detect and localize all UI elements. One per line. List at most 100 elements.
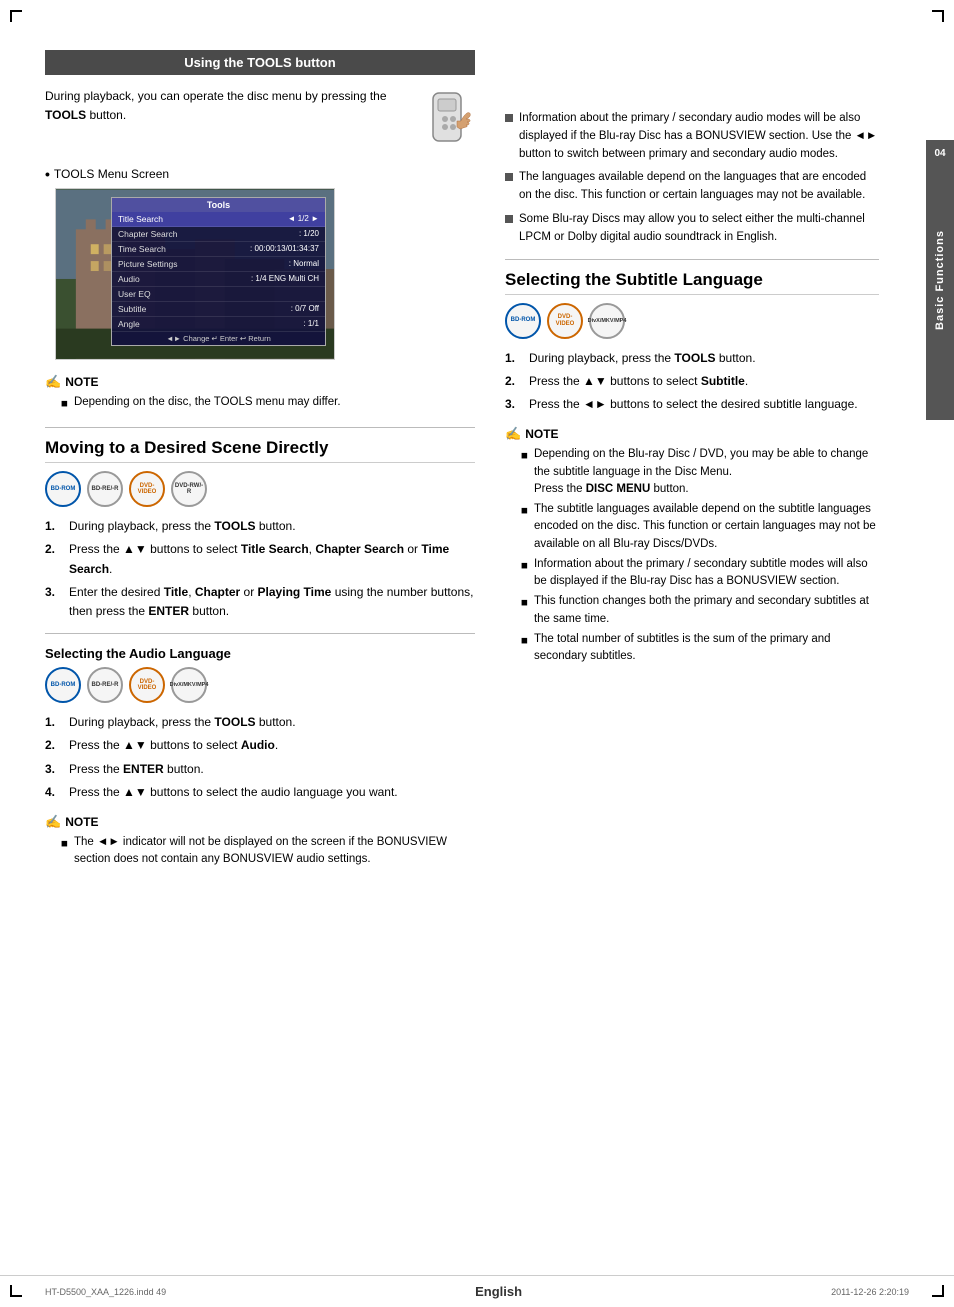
audio-note-header: ✍ NOTE <box>45 814 475 830</box>
right-column: Information about the primary / secondar… <box>505 50 909 882</box>
remote-icon <box>425 91 475 154</box>
subtitle-note-text-2: Information about the primary / secondar… <box>534 556 879 591</box>
audio-right-note-2: Some Blu-ray Discs may allow you to sele… <box>505 211 879 247</box>
disc-icon-dvdrwr: DVD-RW/-R <box>171 471 207 507</box>
tools-note-item-0: ■ Depending on the disc, the TOOLS menu … <box>61 394 475 413</box>
moving-step-3: 3. Enter the desired Title, Chapter or P… <box>45 583 475 621</box>
tools-menu-overlay: Tools Title Search ◄ 1/2 ► Chapter Searc… <box>111 197 326 346</box>
audio-note-content: ■ The ◄► indicator will not be displayed… <box>61 834 475 869</box>
tools-menu-row-1: Chapter Search : 1/20 <box>112 227 325 242</box>
audio-steps: 1. During playback, press the TOOLS butt… <box>45 713 475 802</box>
divider-right-1 <box>505 259 879 260</box>
moving-steps: 1. During playback, press the TOOLS butt… <box>45 517 475 621</box>
subtitle-step-1: 1. During playback, press the TOOLS butt… <box>505 349 879 368</box>
tools-intro-row: During playback, you can operate the dis… <box>45 87 475 154</box>
audio-step-1: 1. During playback, press the TOOLS butt… <box>45 713 475 732</box>
tools-menu-row-7: Angle : 1/1 <box>112 317 325 332</box>
main-layout: Using the TOOLS button During playback, … <box>0 20 954 912</box>
subtitle-note-content: ■ Depending on the Blu-ray Disc / DVD, y… <box>521 446 879 665</box>
audio-disc-bdrer: BD-RE/-R <box>87 667 123 703</box>
tools-menu-screen-label: TOOLS Menu Screen <box>54 167 169 181</box>
corner-mark-tl <box>10 10 22 22</box>
tools-note-text-0: Depending on the disc, the TOOLS menu ma… <box>74 394 341 413</box>
moving-section-title: Moving to a Desired Scene Directly <box>45 438 475 463</box>
subtitle-note-item-4: ■ The total number of subtitles is the s… <box>521 631 879 666</box>
audio-right-note-text-2: Some Blu-ray Discs may allow you to sele… <box>519 211 879 247</box>
tools-bg: Tools Title Search ◄ 1/2 ► Chapter Searc… <box>56 189 334 359</box>
moving-step-1: 1. During playback, press the TOOLS butt… <box>45 517 475 536</box>
audio-step-2: 2. Press the ▲▼ buttons to select Audio. <box>45 736 475 755</box>
tools-menu-row-3: Picture Settings : Normal <box>112 257 325 272</box>
subtitle-note-item-1: ■ The subtitle languages available depen… <box>521 501 879 553</box>
audio-section-title: Selecting the Audio Language <box>45 646 475 661</box>
audio-disc-dvdvideo: DVD-VIDEO <box>129 667 165 703</box>
tools-menu-row-2: Time Search : 00:00:13/01:34:37 <box>112 242 325 257</box>
disc-icon-bdrer: BD-RE/-R <box>87 471 123 507</box>
subtitle-note-text-1: The subtitle languages available depend … <box>534 501 879 553</box>
audio-note-label: NOTE <box>65 815 98 829</box>
divider-1 <box>45 427 475 428</box>
audio-right-note-1: The languages available depend on the la… <box>505 169 879 205</box>
audio-step-3: 3. Press the ENTER button. <box>45 760 475 779</box>
subtitle-note-text-4: The total number of subtitles is the sum… <box>534 631 879 666</box>
subtitle-step-2: 2. Press the ▲▼ buttons to select Subtit… <box>505 372 879 391</box>
audio-note-section: ✍ NOTE ■ The ◄► indicator will not be di… <box>45 814 475 869</box>
tools-screenshot: Tools Title Search ◄ 1/2 ► Chapter Searc… <box>55 188 335 360</box>
tools-note-content: ■ Depending on the disc, the TOOLS menu … <box>61 394 475 413</box>
audio-right-note-text-1: The languages available depend on the la… <box>519 169 879 205</box>
page-footer: HT-D5500_XAA_1226.indd 49 English 2011-1… <box>0 1275 954 1307</box>
subtitle-disc-icons: BD-ROM DVD-VIDEO DivX/MKV/MP4 <box>505 303 879 339</box>
subtitle-note-item-3: ■ This function changes both the primary… <box>521 593 879 628</box>
audio-right-note-text-0: Information about the primary / secondar… <box>519 110 879 163</box>
subtitle-note-item-2: ■ Information about the primary / second… <box>521 556 879 591</box>
tools-intro-main: During playback, you can operate the dis… <box>45 89 387 103</box>
chapter-title: Basic Functions <box>934 230 946 330</box>
disc-icon-bdrom: BD-ROM <box>45 471 81 507</box>
footer-file: HT-D5500_XAA_1226.indd 49 <box>45 1287 166 1297</box>
subtitle-note-text-0: Depending on the Blu-ray Disc / DVD, you… <box>534 446 879 498</box>
footer-page: English <box>475 1284 522 1299</box>
tools-menu-row-5: User EQ <box>112 287 325 302</box>
page-container: 04 Basic Functions Using the TOOLS butto… <box>0 0 954 1307</box>
tools-note-header: ✍ NOTE <box>45 374 475 390</box>
audio-right-notes: Information about the primary / secondar… <box>505 110 879 247</box>
tools-menu-footer: ◄► Change ↵ Enter ↩ Return <box>112 332 325 345</box>
audio-step-4: 4. Press the ▲▼ buttons to select the au… <box>45 783 475 802</box>
subtitle-section-title: Selecting the Subtitle Language <box>505 270 879 295</box>
tools-menu-row-0: Title Search ◄ 1/2 ► <box>112 212 325 227</box>
moving-disc-icons: BD-ROM BD-RE/-R DVD-VIDEO DVD-RW/-R <box>45 471 475 507</box>
tools-menu-row-6: Subtitle : 0/7 Off <box>112 302 325 317</box>
subtitle-note-header: ✍ NOTE <box>505 426 879 442</box>
subtitle-disc-divx: DivX/MKV/MP4 <box>589 303 625 339</box>
subtitle-note-section: ✍ NOTE ■ Depending on the Blu-ray Disc /… <box>505 426 879 665</box>
disc-icon-dvdvideo: DVD-VIDEO <box>129 471 165 507</box>
subtitle-disc-bdrom: BD-ROM <box>505 303 541 339</box>
chapter-tab: 04 Basic Functions <box>926 140 954 420</box>
audio-disc-bdrom: BD-ROM <box>45 667 81 703</box>
audio-note-item-0: ■ The ◄► indicator will not be displayed… <box>61 834 475 869</box>
subtitle-note-text-3: This function changes both the primary a… <box>534 593 879 628</box>
chapter-number: 04 <box>934 148 945 159</box>
tools-menu-row-4: Audio : 1/4 ENG Multi CH <box>112 272 325 287</box>
tools-note-section: ✍ NOTE ■ Depending on the disc, the TOOL… <box>45 374 475 413</box>
subtitle-note-item-0: ■ Depending on the Blu-ray Disc / DVD, y… <box>521 446 879 498</box>
tools-note-label: NOTE <box>65 375 98 389</box>
subtitle-step-3: 3. Press the ◄► buttons to select the de… <box>505 395 879 414</box>
subtitle-note-label: NOTE <box>525 427 558 441</box>
tools-intro-suffix: button. <box>86 108 126 122</box>
note-icon: ✍ <box>45 374 61 390</box>
audio-note-text-0: The ◄► indicator will not be displayed o… <box>74 834 475 869</box>
tools-menu-label: • TOOLS Menu Screen <box>45 166 475 182</box>
footer-date: 2011-12-26 2:20:19 <box>831 1287 909 1297</box>
tools-intro-text: During playback, you can operate the dis… <box>45 87 415 125</box>
audio-right-note-0: Information about the primary / secondar… <box>505 110 879 163</box>
tools-bold: TOOLS <box>45 108 86 122</box>
subtitle-steps: 1. During playback, press the TOOLS butt… <box>505 349 879 415</box>
divider-2 <box>45 633 475 634</box>
corner-mark-tr <box>932 10 944 22</box>
tools-menu-title: Tools <box>112 198 325 212</box>
tools-section-header: Using the TOOLS button <box>45 50 475 75</box>
left-column: Using the TOOLS button During playback, … <box>45 50 475 882</box>
audio-disc-icons: BD-ROM BD-RE/-R DVD-VIDEO DivX/MKV/MP4 <box>45 667 475 703</box>
audio-disc-divx: DivX/MKV/MP4 <box>171 667 207 703</box>
